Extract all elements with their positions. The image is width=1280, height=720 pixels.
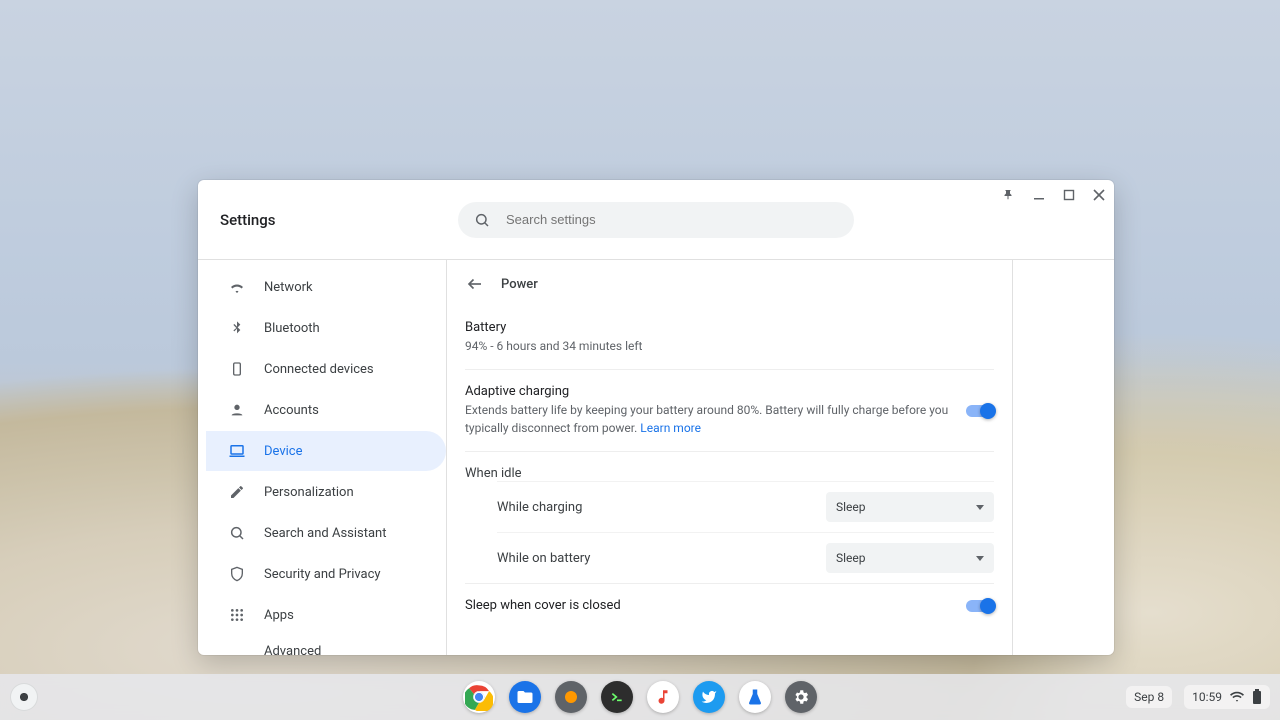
while-on-battery-dropdown[interactable]: Sleep <box>826 543 994 573</box>
twitter-app-icon[interactable] <box>693 681 725 713</box>
search-icon <box>228 524 246 542</box>
sidebar-item-security[interactable]: Security and Privacy <box>206 554 446 594</box>
sidebar-item-label: Apps <box>264 608 294 623</box>
lab-app-icon[interactable] <box>739 681 771 713</box>
date-pill[interactable]: Sep 8 <box>1126 686 1172 708</box>
sidebar-item-label: Connected devices <box>264 362 374 377</box>
sidebar-item-personalization[interactable]: Personalization <box>206 472 446 512</box>
sidebar-item-label: Device <box>264 444 303 459</box>
sidebar-item-search-assistant[interactable]: Search and Assistant <box>206 513 446 553</box>
sidebar-item-label: Search and Assistant <box>264 526 387 541</box>
dropdown-value: Sleep <box>836 500 866 514</box>
while-on-battery-row: While on battery Sleep <box>497 532 994 583</box>
sidebar-item-label: Bluetooth <box>264 321 320 336</box>
account-icon <box>228 401 246 419</box>
terminal-app-icon[interactable] <box>601 681 633 713</box>
sidebar-item-device[interactable]: Device <box>206 431 446 471</box>
settings-page: Power Battery 94% - 6 hours and 34 minut… <box>447 260 1013 655</box>
close-icon[interactable] <box>1092 188 1106 202</box>
search-icon <box>474 212 490 228</box>
blank-icon <box>228 644 246 655</box>
pencil-icon <box>228 483 246 501</box>
laptop-icon <box>228 442 246 460</box>
music-app-icon[interactable] <box>647 681 679 713</box>
while-charging-label: While charging <box>497 500 582 515</box>
dropdown-value: Sleep <box>836 551 866 565</box>
sleep-cover-toggle[interactable] <box>966 600 994 612</box>
while-on-battery-label: While on battery <box>497 551 590 566</box>
chrome-app-icon[interactable] <box>463 681 495 713</box>
sidebar-item-label: Accounts <box>264 403 319 418</box>
battery-icon <box>1252 689 1262 705</box>
search-container[interactable] <box>458 202 854 238</box>
sidebar-item-network[interactable]: Network <box>206 267 446 307</box>
when-idle-header: When idle <box>465 451 994 481</box>
sidebar-item-advanced[interactable]: Advanced <box>206 636 446 655</box>
settings-app-icon[interactable] <box>785 681 817 713</box>
sidebar-item-accounts[interactable]: Accounts <box>206 390 446 430</box>
sidebar: Network Bluetooth Connected devices Acco… <box>198 260 446 655</box>
chevron-down-icon <box>976 505 984 510</box>
bluetooth-icon <box>228 319 246 337</box>
window-titlebar: Settings <box>198 180 1114 260</box>
while-charging-dropdown[interactable]: Sleep <box>826 492 994 522</box>
sidebar-item-label: Personalization <box>264 485 354 500</box>
window-title: Settings <box>198 211 276 229</box>
dock <box>463 681 817 713</box>
apps-icon <box>228 606 246 624</box>
search-input[interactable] <box>506 212 838 227</box>
status-pill[interactable]: 10:59 <box>1184 685 1270 709</box>
back-button[interactable] <box>465 274 485 294</box>
app-icon[interactable] <box>555 681 587 713</box>
files-app-icon[interactable] <box>509 681 541 713</box>
adaptive-label: Adaptive charging <box>465 384 954 399</box>
learn-more-link[interactable]: Learn more <box>640 421 701 435</box>
window-body: Network Bluetooth Connected devices Acco… <box>198 260 1114 655</box>
sleep-cover-row: Sleep when cover is closed <box>465 583 994 627</box>
maximize-icon[interactable] <box>1062 188 1076 202</box>
adaptive-charging-toggle[interactable] <box>966 405 994 417</box>
sidebar-item-label: Security and Privacy <box>264 567 381 582</box>
pin-icon[interactable] <box>1002 188 1016 202</box>
battery-label: Battery <box>465 320 982 335</box>
status-tray[interactable]: Sep 8 10:59 <box>1126 685 1270 709</box>
sleep-cover-label: Sleep when cover is closed <box>465 598 954 613</box>
adaptive-desc-text: Extends battery life by keeping your bat… <box>465 403 948 435</box>
shelf: Sep 8 10:59 <box>0 674 1280 720</box>
status-date: Sep 8 <box>1134 690 1164 704</box>
battery-row: Battery 94% - 6 hours and 34 minutes lef… <box>465 306 994 369</box>
minimize-icon[interactable] <box>1032 188 1046 202</box>
adaptive-desc: Extends battery life by keeping your bat… <box>465 401 954 437</box>
sidebar-item-label: Network <box>264 280 313 295</box>
launcher-button[interactable] <box>10 683 38 711</box>
devices-icon <box>228 360 246 378</box>
battery-status: 94% - 6 hours and 34 minutes left <box>465 337 982 355</box>
wifi-icon <box>228 278 246 296</box>
page-header: Power <box>447 260 1012 306</box>
while-charging-row: While charging Sleep <box>497 481 994 532</box>
sidebar-item-apps[interactable]: Apps <box>206 595 446 635</box>
status-time: 10:59 <box>1192 690 1222 704</box>
wifi-icon <box>1230 690 1244 704</box>
settings-window: Settings Network <box>198 180 1114 655</box>
shield-icon <box>228 565 246 583</box>
sidebar-item-connected-devices[interactable]: Connected devices <box>206 349 446 389</box>
adaptive-charging-row: Adaptive charging Extends battery life b… <box>465 369 994 451</box>
window-controls <box>1002 188 1106 202</box>
sidebar-item-label: Advanced <box>264 644 321 655</box>
content-area: Power Battery 94% - 6 hours and 34 minut… <box>446 260 1114 655</box>
chevron-down-icon <box>976 556 984 561</box>
page-title: Power <box>501 277 538 292</box>
sidebar-item-bluetooth[interactable]: Bluetooth <box>206 308 446 348</box>
